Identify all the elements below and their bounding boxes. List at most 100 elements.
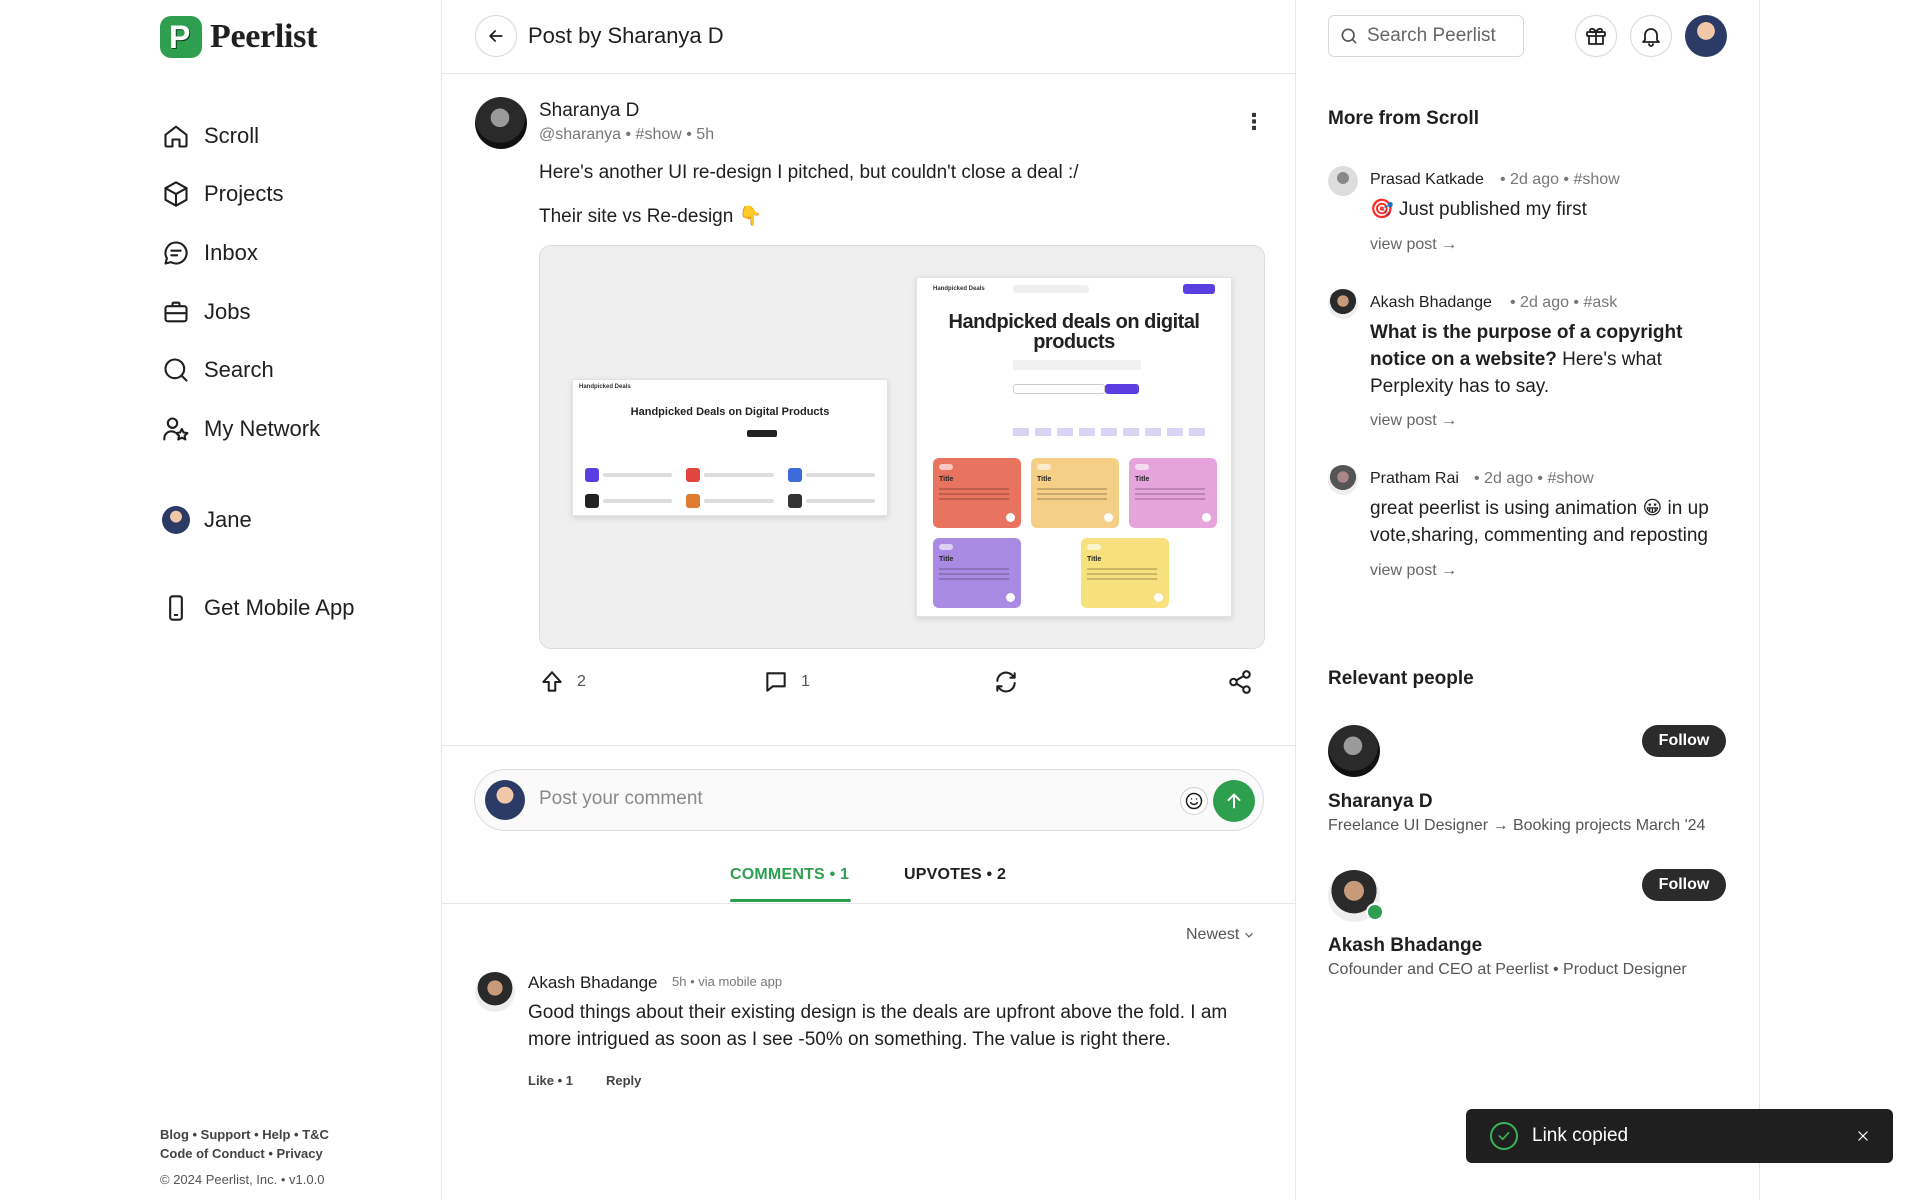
repost-icon xyxy=(996,671,1016,693)
person-2-name[interactable]: Akash Bhadange xyxy=(1328,935,1482,957)
original-site-screenshot: Handpicked Deals Handpicked Deals on Dig… xyxy=(572,379,888,516)
person-1-bio: Freelance UI Designer → Booking projects… xyxy=(1328,817,1706,834)
share-button[interactable] xyxy=(1227,664,1253,700)
toast-notification: Link copied xyxy=(1466,1109,1893,1163)
comment-input[interactable]: Post your comment xyxy=(539,788,703,810)
akash-avatar-small[interactable] xyxy=(1328,289,1358,319)
peerlist-logo-mark xyxy=(160,16,202,58)
upvote-button[interactable]: 2 xyxy=(539,664,586,700)
author-avatar[interactable] xyxy=(475,97,527,149)
nav-jobs-label: Jobs xyxy=(204,299,251,324)
account-avatar[interactable] xyxy=(1685,15,1727,57)
more-post-2-author[interactable]: Akash Bhadange xyxy=(1370,294,1492,312)
relevant-people-title: Relevant people xyxy=(1328,668,1474,689)
comment-text: Good things about their existing design … xyxy=(528,1002,1228,1050)
divider xyxy=(442,745,1296,746)
nav-scroll-label: Scroll xyxy=(204,123,260,148)
nav-profile[interactable]: Jane xyxy=(160,500,252,540)
more-post-1-author[interactable]: Prasad Katkade xyxy=(1370,171,1484,189)
pratham-avatar[interactable] xyxy=(1328,465,1358,495)
post-meta: @sharanya • #show • 5h xyxy=(539,126,715,143)
back-button[interactable] xyxy=(475,15,517,57)
gift-button[interactable] xyxy=(1575,15,1617,57)
person-2-bio: Cofounder and CEO at Peerlist • Product … xyxy=(1328,961,1687,978)
upvote-count: 2 xyxy=(577,673,586,690)
prasad-avatar[interactable] xyxy=(1328,166,1358,196)
profile-avatar xyxy=(160,504,192,536)
follow-akash-button[interactable]: Follow xyxy=(1642,869,1726,901)
nav-scroll[interactable]: Scroll xyxy=(160,116,259,156)
nav-my-network-label: My Network xyxy=(204,416,321,441)
more-options-icon[interactable]: ⋮ xyxy=(1242,110,1266,134)
author-name[interactable]: Sharanya D xyxy=(539,100,639,122)
search-icon xyxy=(1341,28,1357,44)
nav-search-label: Search xyxy=(204,357,274,382)
more-post-1-text: 🎯 Just published my first xyxy=(1370,199,1587,220)
nav-jobs[interactable]: Jobs xyxy=(160,292,250,332)
get-mobile-app-link[interactable]: Get Mobile App xyxy=(160,588,354,628)
more-post-1-link[interactable]: view post → xyxy=(1370,236,1457,254)
nav-inbox[interactable]: Inbox xyxy=(160,233,258,273)
more-post-3-author[interactable]: Pratham Rai xyxy=(1370,470,1459,488)
nav-search[interactable]: Search xyxy=(160,350,274,390)
nav-inbox-label: Inbox xyxy=(204,240,258,265)
post-header: Post by Sharanya D xyxy=(442,0,1296,74)
more-post-2-meta: • 2d ago • #ask xyxy=(1510,294,1618,311)
search-icon xyxy=(160,354,192,386)
close-icon[interactable] xyxy=(1853,1126,1873,1146)
brand-name: Peerlist xyxy=(210,18,318,55)
comment-like-button[interactable]: Like • 1 xyxy=(528,1073,573,1088)
more-post-2-text: What is the purpose of a copyright notic… xyxy=(1370,319,1730,400)
current-user-avatar xyxy=(485,780,525,820)
tabs-divider xyxy=(442,903,1296,904)
home-icon xyxy=(160,120,192,152)
upvote-arrow-icon xyxy=(542,671,562,692)
notifications-button[interactable] xyxy=(1630,15,1672,57)
chat-icon xyxy=(160,237,192,269)
tab-comments[interactable]: COMMENTS • 1 xyxy=(730,866,849,884)
right-sidebar: Search Peerlist More from Scroll Prasad … xyxy=(1296,0,1760,1200)
smiley-icon xyxy=(1185,792,1203,810)
comment-composer: Post your comment xyxy=(474,769,1264,831)
peerlist-logo[interactable]: Peerlist xyxy=(160,16,317,58)
network-icon xyxy=(160,413,192,445)
footer-links-2[interactable]: Code of Conduct • Privacy xyxy=(160,1146,323,1161)
gift-icon xyxy=(1586,27,1606,45)
post-text-line-2: Their site vs Re-design 👇 xyxy=(539,206,763,227)
emoji-button[interactable] xyxy=(1180,787,1208,815)
bell-icon xyxy=(1642,28,1660,47)
commenter-name[interactable]: Akash Bhadange xyxy=(528,973,658,993)
sort-label: Newest xyxy=(1186,926,1240,943)
more-post-3-link[interactable]: view post → xyxy=(1370,562,1457,580)
phone-icon xyxy=(160,592,192,624)
nav-projects-label: Projects xyxy=(204,181,284,206)
search-input[interactable]: Search Peerlist xyxy=(1328,15,1524,57)
tab-upvotes[interactable]: UPVOTES • 2 xyxy=(904,866,1006,884)
nav-my-network[interactable]: My Network xyxy=(160,409,320,449)
send-comment-button[interactable] xyxy=(1213,780,1255,822)
repost-button[interactable] xyxy=(993,664,1019,700)
check-circle-icon xyxy=(1490,1122,1518,1150)
person-1-name[interactable]: Sharanya D xyxy=(1328,791,1433,813)
post-actions: 2 1 xyxy=(539,664,1265,700)
follow-sharanya-button[interactable]: Follow xyxy=(1642,725,1726,757)
more-post-2-link[interactable]: view post → xyxy=(1370,412,1457,430)
comment-icon xyxy=(766,672,786,692)
more-post-1-meta: • 2d ago • #show xyxy=(1500,171,1620,188)
get-mobile-app-label: Get Mobile App xyxy=(204,595,355,620)
comment-reply-button[interactable]: Reply xyxy=(606,1073,641,1088)
commenter-avatar[interactable] xyxy=(475,972,515,1012)
arrow-left-icon xyxy=(489,30,503,42)
post-column: Post by Sharanya D Sharanya D @sharanya … xyxy=(442,0,1296,1200)
comment-button[interactable]: 1 xyxy=(763,664,810,700)
sort-dropdown[interactable]: Newest xyxy=(1186,926,1256,944)
sharanya-avatar[interactable] xyxy=(1328,725,1380,777)
active-tab-indicator xyxy=(730,899,851,902)
share-icon xyxy=(1229,670,1251,694)
search-placeholder: Search Peerlist xyxy=(1367,25,1496,46)
nav-projects[interactable]: Projects xyxy=(160,174,283,214)
post-image[interactable]: Handpicked Deals Handpicked Deals on Dig… xyxy=(539,245,1265,649)
footer-links[interactable]: Blog • Support • Help • T&C xyxy=(160,1127,329,1142)
more-post-3-text: great peerlist is using animation 😀 in u… xyxy=(1370,498,1709,546)
chevron-down-icon xyxy=(1245,932,1254,938)
